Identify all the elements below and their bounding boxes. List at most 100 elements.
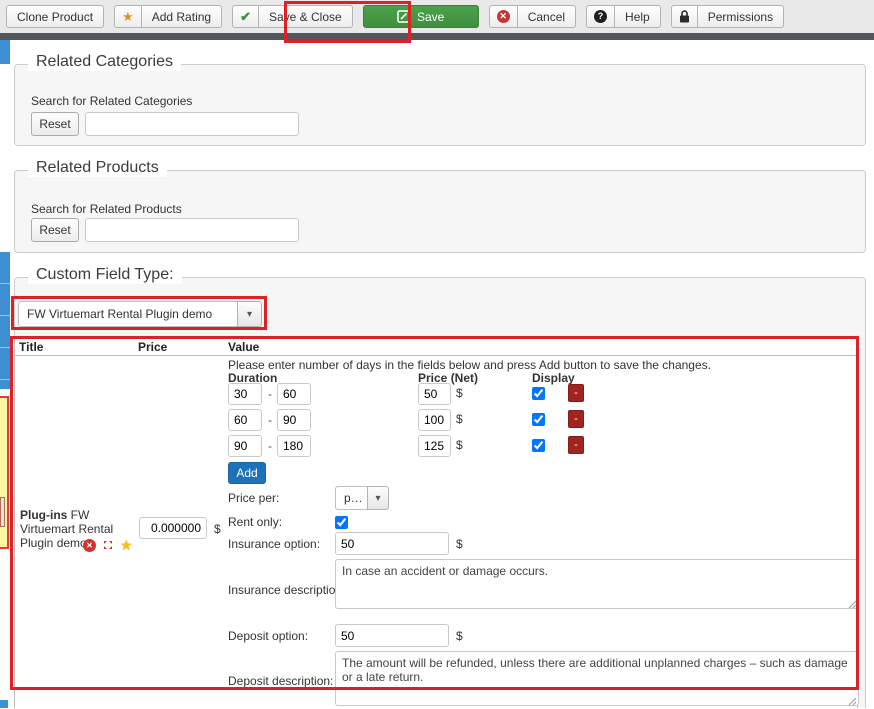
chevron-down-icon[interactable]: ▾ (367, 486, 389, 510)
range-separator: - (268, 387, 272, 401)
plugin-price-currency: $ (214, 522, 221, 536)
toolbar: Clone Product ★ Add Rating ✔ Save & Clos… (0, 0, 874, 33)
cancel-icon: ✕ (497, 10, 510, 23)
duration-from-input[interactable] (228, 383, 262, 405)
deposit-description-label: Deposit description: (228, 674, 333, 688)
related-categories-section: Related Categories Search for Related Ca… (14, 64, 866, 146)
insurance-option-input[interactable] (335, 532, 449, 555)
price-net-input[interactable] (418, 383, 451, 405)
custom-field-type-select-value: FW Virtuemart Rental Plugin demo (18, 301, 238, 327)
deposit-description-wrapper: The amount will be refunded, unless ther… (335, 651, 859, 706)
clipped-blue-panel (0, 700, 8, 708)
related-categories-title: Related Categories (28, 53, 181, 71)
display-checkbox[interactable] (532, 387, 545, 400)
related-products-search-input[interactable] (85, 218, 299, 242)
insurance-description-wrapper: In case an accident or damage occurs. (335, 559, 859, 609)
currency-label: $ (456, 386, 463, 400)
add-period-button[interactable]: Add (228, 462, 266, 484)
duration-to-input[interactable] (277, 383, 311, 405)
duration-to-input[interactable] (277, 435, 311, 457)
move-icon[interactable] (102, 539, 114, 551)
insurance-description-textarea[interactable]: In case an accident or damage occurs. (335, 559, 859, 609)
permissions-button[interactable]: Permissions (697, 5, 784, 28)
remove-row-button[interactable]: - (568, 384, 584, 402)
rent-only-label: Rent only: (228, 515, 282, 529)
related-products-section: Related Products Search for Related Prod… (14, 170, 866, 253)
save-button[interactable]: Save (363, 5, 479, 28)
save-label: Save (417, 10, 444, 24)
rental-period-row: - $ - (228, 383, 648, 405)
remove-row-button[interactable]: - (568, 410, 584, 428)
remove-row-button[interactable]: - (568, 436, 584, 454)
related-products-title: Related Products (28, 159, 167, 177)
column-header-value: Value (228, 340, 259, 354)
cancel-icon-button[interactable]: ✕ (489, 5, 518, 28)
top-divider-bar (0, 33, 874, 40)
insurance-description-label: Insurance description: (228, 583, 345, 597)
rental-instructions: Please enter number of days in the field… (228, 358, 711, 372)
currency-label: $ (456, 412, 463, 426)
duration-from-input[interactable] (228, 409, 262, 431)
price-net-input[interactable] (418, 435, 451, 457)
resize-handle-icon[interactable] (848, 598, 857, 607)
duration-to-input[interactable] (277, 409, 311, 431)
column-header-title: Title (19, 340, 43, 354)
add-rating-button[interactable]: Add Rating (141, 5, 222, 28)
help-icon-button[interactable]: ? (586, 5, 615, 28)
currency-label: $ (456, 629, 463, 643)
add-rating-group: ★ Add Rating (114, 5, 222, 28)
clipped-blue-panel (0, 40, 10, 64)
cancel-group: ✕ Cancel (489, 5, 576, 28)
save-icon (397, 10, 410, 23)
permissions-icon-button[interactable] (671, 5, 698, 28)
rental-period-row: - $ - (228, 409, 648, 431)
custom-field-type-select[interactable]: FW Virtuemart Rental Plugin demo ▾ (18, 301, 262, 327)
star-icon: ★ (122, 10, 134, 23)
permissions-group: Permissions (671, 5, 784, 28)
custom-field-table: Title Price Value Plug-ins FW Virtuemart… (14, 337, 858, 708)
price-net-input[interactable] (418, 409, 451, 431)
save-close-button[interactable]: Save & Close (258, 5, 353, 28)
rent-only-checkbox[interactable] (335, 516, 348, 529)
related-products-search-label: Search for Related Products (31, 202, 182, 216)
rental-period-row: - $ - (228, 435, 648, 457)
related-products-reset-button[interactable]: Reset (31, 218, 79, 242)
plugin-row-actions: ✕ ★ (83, 538, 133, 552)
custom-field-type-title: Custom Field Type: (28, 266, 182, 284)
price-per-select[interactable]: p… ▾ (335, 486, 389, 510)
related-categories-search-label: Search for Related Categories (31, 94, 192, 108)
plugin-price-input[interactable] (139, 517, 207, 539)
add-rating-icon-button[interactable]: ★ (114, 5, 142, 28)
plugin-type-label: Plug-ins (20, 508, 67, 522)
column-header-price: Price (138, 340, 167, 354)
related-categories-reset-button[interactable]: Reset (31, 112, 79, 136)
deposit-option-input[interactable] (335, 624, 449, 647)
related-categories-search-input[interactable] (85, 112, 299, 136)
currency-label: $ (456, 438, 463, 452)
favorite-star-icon[interactable]: ★ (120, 538, 133, 552)
duration-from-input[interactable] (228, 435, 262, 457)
check-icon: ✔ (240, 10, 251, 23)
resize-handle-icon[interactable] (848, 695, 857, 704)
delete-icon[interactable]: ✕ (83, 539, 96, 552)
help-icon: ? (594, 10, 607, 23)
deposit-option-label: Deposit option: (228, 629, 308, 643)
table-header-divider (15, 355, 857, 356)
cancel-button[interactable]: Cancel (517, 5, 576, 28)
range-separator: - (268, 413, 272, 427)
chevron-down-icon[interactable]: ▾ (237, 301, 262, 327)
display-checkbox[interactable] (532, 439, 545, 452)
save-close-group: ✔ Save & Close (232, 5, 353, 28)
insurance-option-label: Insurance option: (228, 537, 320, 551)
help-button[interactable]: Help (614, 5, 661, 28)
deposit-description-textarea[interactable]: The amount will be refunded, unless ther… (335, 651, 859, 706)
clipped-blue-panel (0, 252, 10, 389)
display-checkbox[interactable] (532, 413, 545, 426)
help-group: ? Help (586, 5, 661, 28)
currency-label: $ (456, 537, 463, 551)
save-close-icon-button[interactable]: ✔ (232, 5, 259, 28)
price-per-select-value: p… (335, 486, 368, 510)
clipped-tooltip-content (0, 497, 5, 527)
lock-icon (679, 10, 690, 23)
clone-product-button[interactable]: Clone Product (6, 5, 104, 28)
